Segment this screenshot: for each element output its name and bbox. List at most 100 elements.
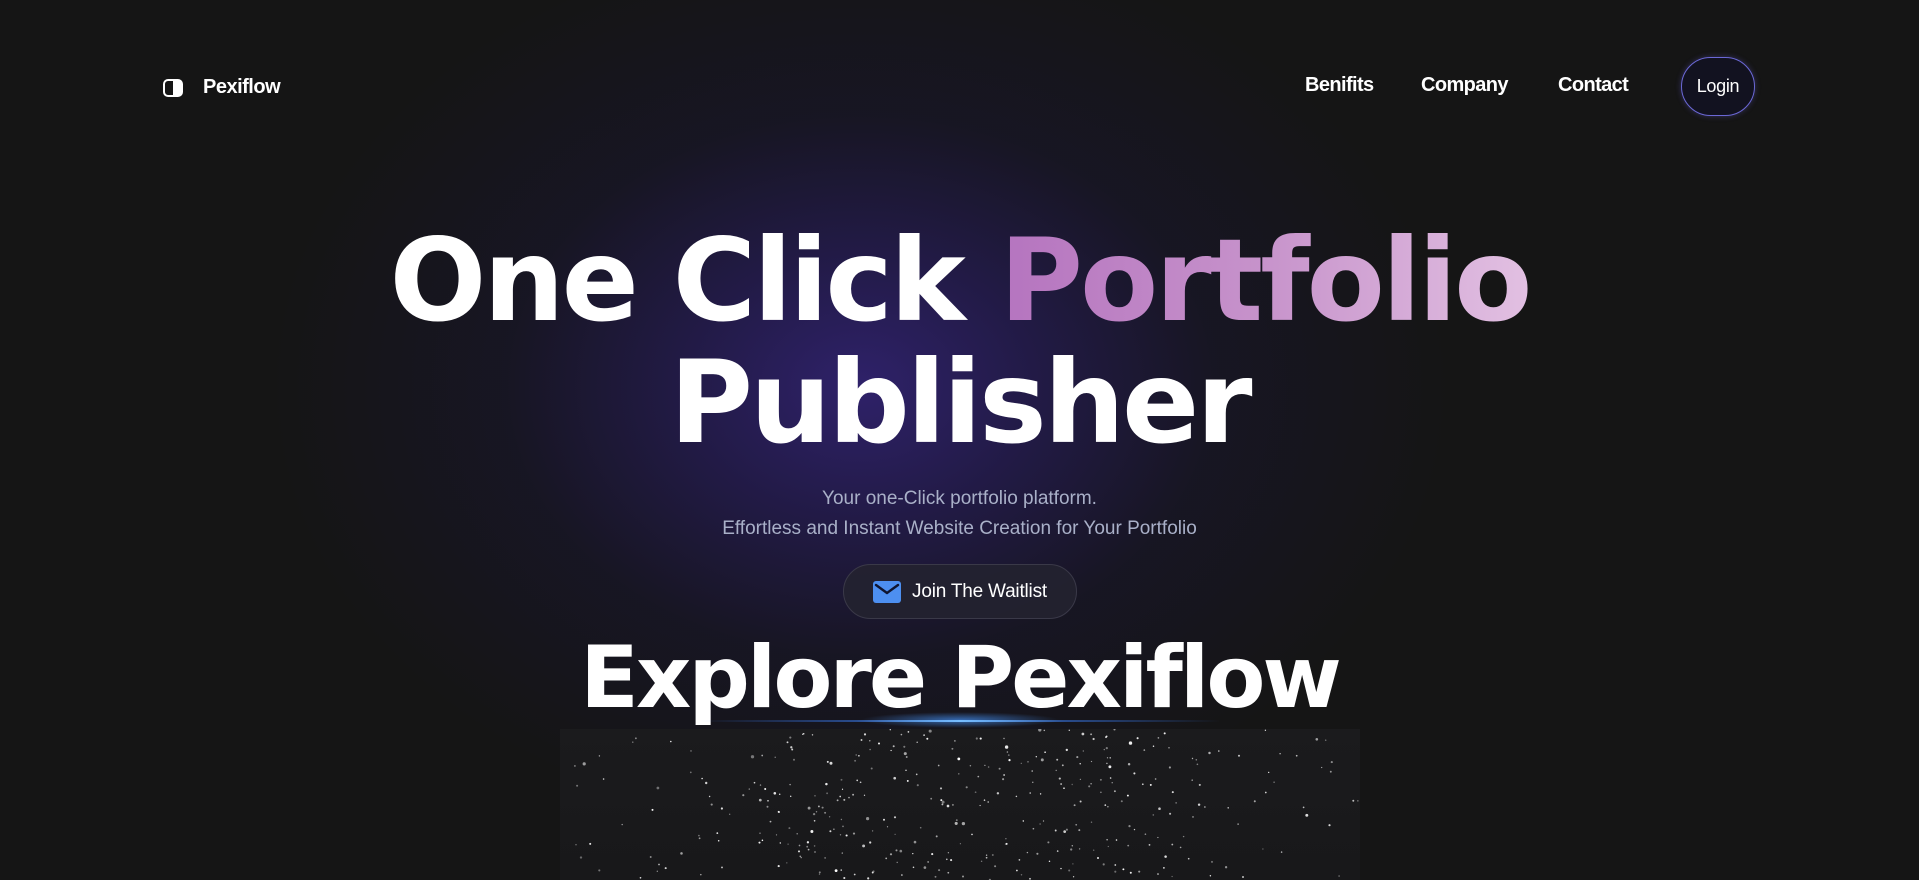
- star: [1204, 806, 1206, 808]
- star: [825, 782, 828, 786]
- star: [1143, 749, 1146, 751]
- star: [651, 808, 654, 811]
- star: [923, 866, 927, 869]
- hero-title: One Click Portfolio Publisher: [0, 220, 1919, 464]
- star: [1138, 870, 1141, 873]
- star: [1149, 783, 1152, 786]
- star: [1295, 754, 1298, 757]
- half-circle-logo-icon: [163, 78, 183, 97]
- star: [869, 841, 872, 844]
- star: [1079, 763, 1081, 765]
- star: [1195, 759, 1198, 761]
- login-button[interactable]: Login: [1681, 57, 1755, 116]
- star: [1026, 851, 1029, 854]
- star: [775, 834, 778, 836]
- star: [1097, 857, 1099, 859]
- star: [1102, 863, 1105, 866]
- star: [1210, 860, 1214, 863]
- star: [996, 792, 1000, 795]
- star: [852, 793, 855, 796]
- star: [790, 746, 793, 749]
- star: [1279, 753, 1281, 755]
- star: [1302, 806, 1305, 809]
- star: [926, 737, 929, 740]
- star: [863, 794, 866, 796]
- star: [833, 828, 835, 830]
- star: [1004, 745, 1009, 749]
- star: [824, 811, 827, 814]
- star: [980, 860, 983, 862]
- star: [1163, 867, 1165, 869]
- star: [855, 754, 857, 756]
- star: [984, 764, 986, 767]
- star: [1164, 855, 1167, 858]
- star: [1198, 783, 1201, 786]
- star: [1157, 873, 1159, 875]
- star: [802, 733, 805, 735]
- star: [812, 812, 816, 816]
- star: [1154, 778, 1157, 780]
- star: [796, 833, 798, 835]
- star: [1054, 829, 1057, 832]
- join-waitlist-button[interactable]: Join The Waitlist: [843, 564, 1077, 619]
- star: [1065, 748, 1068, 752]
- hero-title-line2: Publisher: [669, 336, 1252, 469]
- hero-title-part1: One Click: [389, 214, 1000, 347]
- star: [758, 798, 762, 802]
- star: [1113, 790, 1116, 793]
- star: [941, 803, 944, 806]
- star: [690, 750, 692, 752]
- star: [759, 784, 762, 786]
- star: [955, 819, 958, 822]
- star: [985, 856, 988, 859]
- star: [1018, 859, 1021, 861]
- star: [834, 869, 838, 873]
- star: [1191, 757, 1194, 760]
- brand-logo-link[interactable]: Pexiflow: [163, 76, 281, 99]
- nav-link-contact[interactable]: Contact: [1558, 74, 1629, 97]
- star: [1031, 770, 1033, 772]
- star: [721, 866, 723, 869]
- star: [656, 870, 658, 872]
- star: [1268, 771, 1270, 774]
- star: [658, 863, 660, 866]
- star: [1338, 875, 1340, 877]
- star: [840, 778, 843, 781]
- star: [858, 754, 860, 757]
- star: [941, 800, 945, 804]
- star: [742, 794, 745, 797]
- star: [859, 781, 862, 784]
- star: [1079, 800, 1082, 803]
- star: [1099, 778, 1102, 781]
- star: [814, 795, 816, 797]
- star: [889, 853, 893, 856]
- star: [893, 776, 897, 780]
- star: [807, 806, 811, 810]
- star: [788, 827, 791, 830]
- star: [1262, 848, 1264, 850]
- star: [698, 837, 701, 840]
- star: [890, 749, 892, 752]
- star: [1015, 795, 1018, 798]
- star: [1039, 823, 1041, 825]
- star: [1136, 737, 1139, 740]
- star: [758, 841, 761, 844]
- star: [1128, 741, 1133, 745]
- star: [1179, 846, 1182, 849]
- mail-icon: [873, 580, 902, 603]
- star: [1081, 732, 1085, 736]
- star: [826, 792, 829, 795]
- star: [720, 807, 723, 810]
- star: [905, 769, 907, 771]
- star: [1107, 845, 1109, 848]
- star: [1168, 746, 1170, 749]
- star: [589, 842, 592, 845]
- star: [1208, 751, 1211, 755]
- star: [958, 773, 960, 775]
- star: [1171, 791, 1174, 794]
- nav-link-company[interactable]: Company: [1421, 74, 1509, 97]
- nav-link-benifits[interactable]: Benifits: [1305, 74, 1374, 97]
- star: [994, 865, 997, 868]
- star: [1044, 751, 1046, 754]
- star: [716, 832, 719, 834]
